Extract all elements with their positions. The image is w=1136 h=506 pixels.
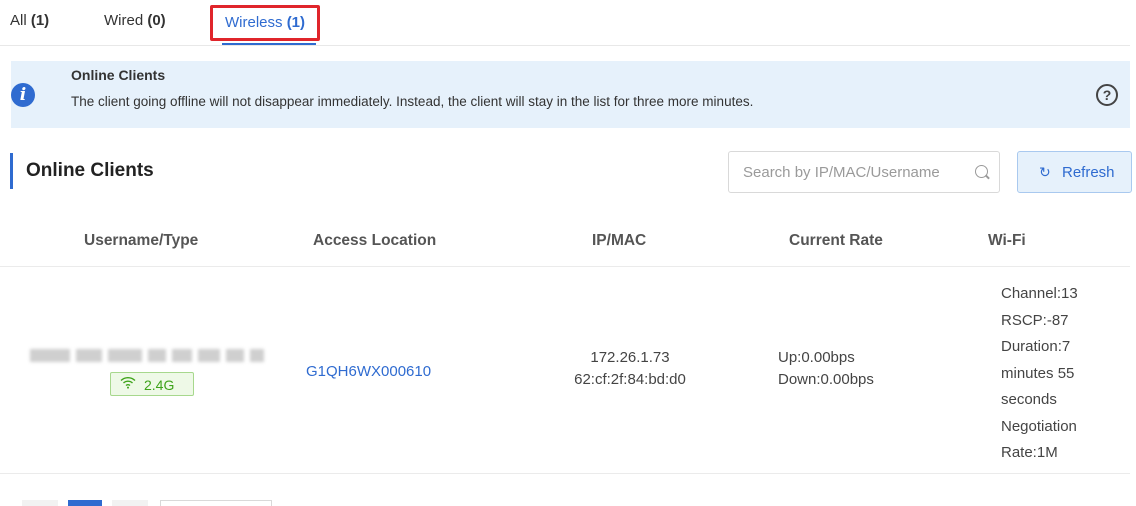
notice-title: Online Clients — [71, 67, 166, 83]
ip-address: 172.26.1.73 — [590, 349, 670, 366]
wifi-detail-line: Rate:1M — [1001, 444, 1058, 461]
section-accent-bar — [10, 153, 13, 189]
pagination-next-button[interactable] — [112, 500, 148, 506]
tab-wired-count: (0) — [147, 12, 166, 29]
tab-wireless-label: Wireless — [225, 14, 283, 31]
info-icon: i — [11, 83, 35, 107]
search-icon[interactable] — [975, 165, 988, 178]
pagination-page-1[interactable] — [68, 500, 102, 506]
mac-address: 62:cf:2f:84:bd:d0 — [574, 371, 686, 388]
wifi-detail-line: Duration:7 — [1001, 338, 1071, 355]
wifi-detail-line: minutes 55 — [1001, 364, 1075, 382]
column-header-ip-mac: IP/MAC — [592, 232, 647, 249]
tab-all[interactable]: All (1) — [10, 12, 49, 29]
wifi-details-cell: Channel:13 RSCP:-87 Duration:7 minutes 5… — [1001, 281, 1111, 467]
wifi-icon-glyph — [120, 376, 136, 389]
page-size-select[interactable] — [160, 500, 272, 506]
wifi-detail-line: RSCP:-87 — [1001, 311, 1069, 329]
ip-mac-cell: 172.26.1.73 62:cf:2f:84:bd:d0 — [530, 347, 730, 391]
column-header-access-location: Access Location — [313, 232, 437, 249]
tab-all-label: All — [10, 12, 27, 29]
column-header-wifi: Wi-Fi — [988, 232, 1026, 249]
tab-wireless-count: (1) — [286, 14, 306, 31]
client-type-tabs: All (1) Wired (0) Wireless (1) — [0, 0, 1130, 46]
help-icon[interactable]: ? — [1096, 84, 1118, 106]
tab-all-count: (1) — [30, 12, 50, 29]
tab-wired-label: Wired — [104, 12, 144, 29]
access-location-link[interactable]: G1QH6WX000610 — [306, 363, 431, 380]
tab-wired[interactable]: Wired (0) — [104, 12, 166, 29]
active-tab-underline — [222, 43, 316, 45]
search-input[interactable] — [729, 152, 969, 192]
current-rate-cell: Up:0.00bps Down:0.00bps — [778, 347, 898, 391]
redacted-username — [30, 349, 266, 362]
band-label: 2.4G — [144, 377, 175, 393]
wifi-detail-line: Channel:13 — [1001, 285, 1078, 302]
search-box — [728, 151, 1000, 193]
wifi-detail-line: Negotiation — [1001, 417, 1077, 435]
upload-rate: Up:0.00bps — [778, 349, 855, 366]
section-title: Online Clients — [26, 160, 154, 181]
wireless-band-badge: 2.4G — [110, 372, 194, 396]
refresh-button[interactable]: ↻ Refresh — [1017, 151, 1132, 193]
online-clients-notice: i Online Clients The client going offlin… — [11, 61, 1130, 128]
column-header-username-type: Username/Type — [84, 232, 199, 249]
header-divider — [0, 266, 1130, 267]
row-divider — [0, 473, 1130, 474]
refresh-icon: ↻ — [1039, 164, 1051, 180]
wifi-icon — [120, 376, 136, 392]
column-header-current-rate: Current Rate — [789, 232, 883, 249]
download-rate: Down:0.00bps — [778, 371, 874, 388]
tab-wireless[interactable]: Wireless (1) — [210, 5, 321, 41]
pagination-prev-button[interactable] — [22, 500, 58, 506]
refresh-label: Refresh — [1062, 164, 1115, 181]
wifi-detail-line: seconds — [1001, 391, 1057, 408]
notice-text: The client going offline will not disapp… — [71, 94, 754, 109]
